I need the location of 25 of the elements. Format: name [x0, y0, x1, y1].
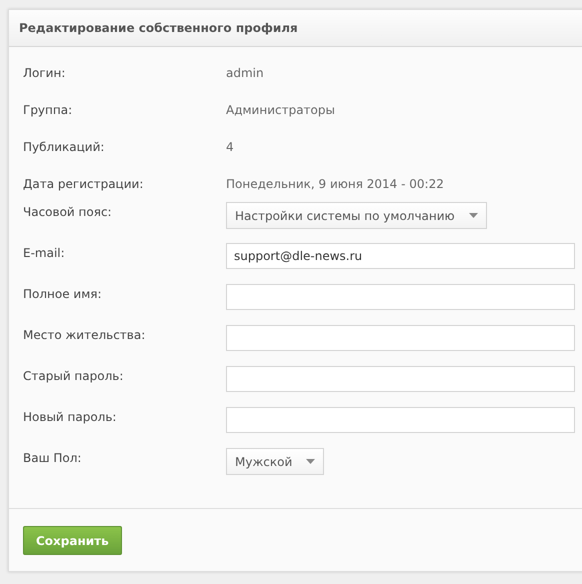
field-label: Полное имя:	[23, 286, 103, 303]
field-label: Логин:	[23, 64, 66, 82]
field-value: Понедельник, 9 июня 2014 - 00:22	[226, 176, 444, 192]
field-value: admin	[226, 64, 264, 82]
field-label: Группа:	[23, 102, 74, 118]
caret-icon	[306, 459, 316, 464]
field-label: Ваш Пол:	[23, 450, 82, 467]
input-field[interactable]: support@dle-news.ru	[226, 243, 575, 269]
field-label: Место жительства:	[23, 327, 146, 344]
field-label: Публикаций:	[23, 138, 106, 156]
input-field[interactable]	[226, 284, 575, 310]
field-label: Часовой пояс:	[23, 204, 113, 221]
field-label: Новый пароль:	[23, 409, 118, 426]
field-label: Дата регистрации:	[23, 176, 144, 192]
panel-title: Редактирование собственного профиля	[9, 10, 582, 47]
field-value: Администраторы	[226, 102, 335, 118]
field-value: 4	[226, 138, 234, 156]
dropdown[interactable]: Настройки системы по умолчанию	[226, 202, 487, 229]
input-field[interactable]	[226, 407, 575, 433]
input-field[interactable]	[226, 366, 575, 392]
field-label: E-mail:	[23, 245, 66, 262]
field-label: Старый пароль:	[23, 368, 124, 385]
input-field[interactable]	[226, 325, 575, 351]
dropdown[interactable]: Мужской	[226, 448, 324, 475]
caret-icon	[468, 213, 478, 218]
